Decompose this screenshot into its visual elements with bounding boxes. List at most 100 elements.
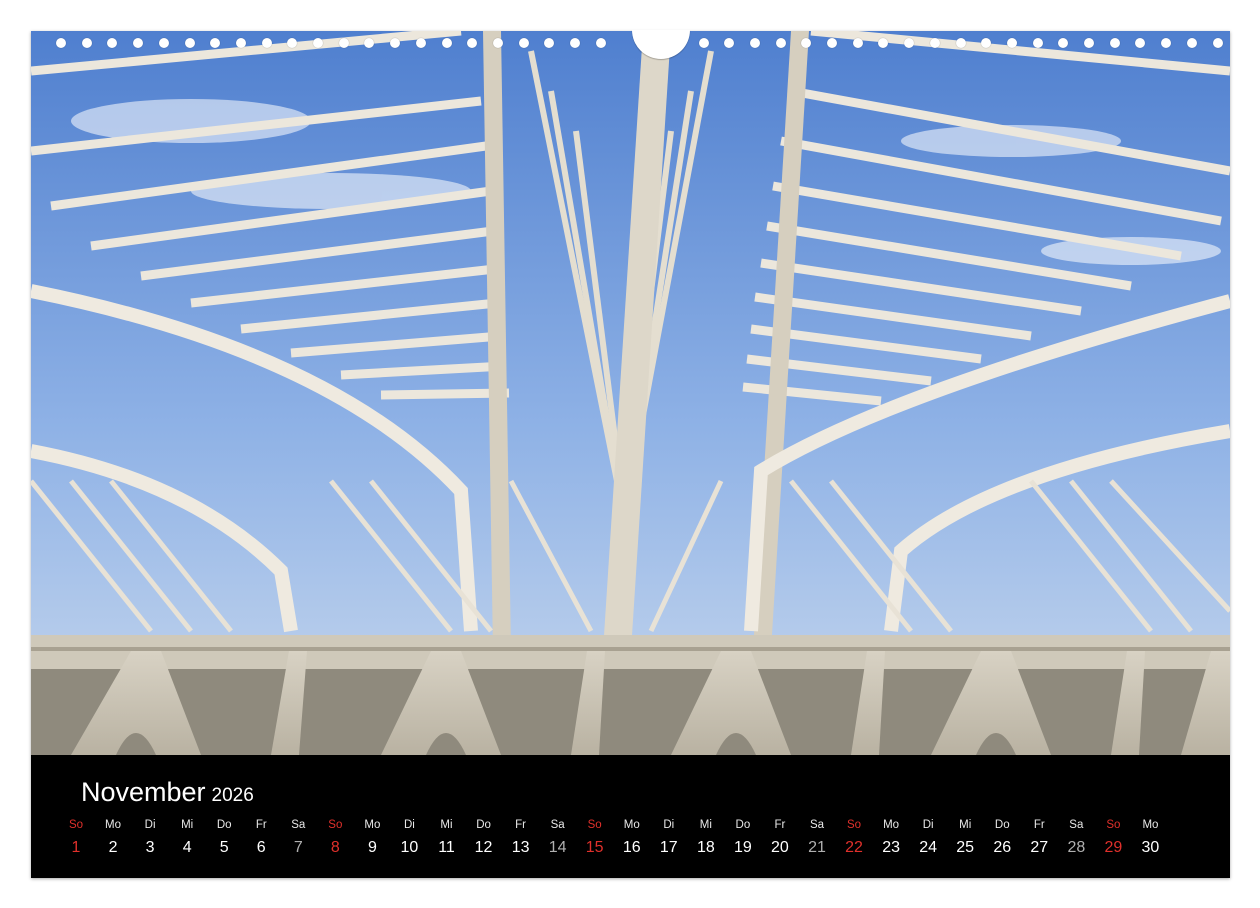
binding-hole	[1006, 38, 1017, 48]
day-number: 1	[71, 839, 81, 856]
weekday-label: Mi	[440, 819, 453, 831]
binding-hole	[1212, 38, 1223, 48]
day-grid: So 1 Mo 2 Di 3 Mi 4 Do 5 Fr 6 Sa 7 So 8 Mo 9 Di 10 Mi 11 Do 12 F…	[31, 755, 1230, 878]
day-number: 24	[919, 839, 938, 856]
binding-hole	[1084, 38, 1094, 48]
day-number: 4	[182, 839, 192, 856]
weekday-label: Fr	[515, 819, 527, 831]
weekday-label: Sa	[550, 819, 565, 831]
day-number: 26	[993, 839, 1012, 856]
day-number: 16	[622, 839, 641, 856]
weekday-label: Mo	[364, 819, 381, 831]
day-number: 17	[659, 839, 678, 856]
day-number: 6	[256, 839, 266, 856]
binding-hole	[981, 38, 992, 48]
day-number: 7	[293, 839, 303, 856]
day-number: 8	[330, 839, 340, 856]
weekday-label: Do	[216, 819, 232, 831]
weekday-label: Do	[476, 819, 491, 831]
weekday-label: Mo	[105, 819, 122, 831]
architecture-photo	[31, 31, 1230, 755]
binding-hole	[595, 38, 606, 48]
binding-hole	[775, 38, 786, 48]
calendar-strip: November 2026 So 1 Mo 2 Di 3 Mi 4 Do 5 Fr 6 Sa 7 So 8 Mo 9…	[31, 755, 1230, 878]
binding-hole	[801, 38, 812, 48]
binding-hole	[81, 38, 92, 48]
weekday-label: Mi	[959, 819, 972, 831]
day-number: 21	[808, 839, 826, 856]
day-number: 12	[474, 839, 493, 856]
day-number: 10	[400, 839, 419, 856]
binding-hole	[158, 38, 169, 48]
binding-hole	[852, 38, 863, 48]
weekday-label: Fr	[1033, 819, 1045, 831]
weekday-label: Do	[994, 819, 1010, 831]
weekday-label: So	[1106, 819, 1121, 831]
day-number: 15	[585, 839, 604, 856]
day-number: 28	[1067, 839, 1086, 856]
weekday-label: Mo	[1142, 819, 1159, 831]
day-number: 22	[845, 839, 863, 856]
binding-hole	[338, 38, 349, 48]
day-number: 11	[438, 839, 455, 856]
binding-hole	[570, 38, 580, 48]
day-number: 9	[367, 839, 377, 856]
weekday-label: Fr	[774, 819, 786, 831]
binding-hole	[133, 38, 144, 48]
binding-hole	[441, 38, 452, 48]
weekday-label: Sa	[809, 819, 825, 831]
day-number: 27	[1030, 839, 1049, 856]
binding-hole	[929, 38, 940, 48]
weekday-label: Fr	[255, 819, 267, 831]
day-number: 29	[1104, 839, 1123, 856]
binding-hole	[1135, 38, 1146, 48]
binding-hole	[492, 38, 503, 48]
weekday-label: Mo	[883, 819, 900, 831]
binding-hole	[878, 38, 889, 48]
weekday-label: So	[68, 819, 84, 831]
day-number: 14	[548, 839, 567, 856]
binding-hole	[107, 38, 118, 48]
binding-hole	[955, 38, 966, 48]
binding-hole	[415, 38, 426, 48]
binding-hole	[518, 38, 529, 48]
binding-hole	[364, 38, 375, 48]
weekday-label: So	[847, 819, 862, 831]
binding-hole	[1161, 38, 1172, 48]
binding-hole	[1058, 38, 1069, 48]
day-number: 25	[956, 839, 975, 856]
weekday-label: Sa	[291, 819, 306, 831]
binding-hole	[1109, 38, 1120, 48]
day-number: 13	[511, 839, 530, 856]
binding-hole	[313, 38, 323, 48]
calendar-page: November 2026 So 1 Mo 2 Di 3 Mi 4 Do 5 Fr 6 Sa 7 So 8 Mo 9…	[31, 31, 1230, 878]
binding-hole	[184, 38, 195, 48]
binding-hole	[467, 38, 478, 48]
binding-hole	[56, 38, 66, 48]
binding-hole	[904, 38, 915, 48]
weekday-label: So	[587, 819, 602, 831]
weekday-label: Di	[404, 819, 415, 831]
spiral-binding	[31, 30, 1230, 59]
weekday-label: So	[328, 819, 343, 831]
binding-hole	[698, 38, 709, 48]
binding-hole	[1032, 38, 1043, 48]
binding-hole	[1186, 38, 1197, 48]
binding-hole	[261, 38, 272, 48]
weekday-label: Di	[922, 819, 934, 831]
day-number: 30	[1141, 839, 1160, 856]
day-number: 3	[145, 839, 155, 856]
day-number: 23	[882, 839, 900, 856]
binding-hole	[749, 38, 760, 48]
binding-hole	[235, 38, 246, 48]
day-number: 20	[771, 839, 789, 856]
binding-hole	[724, 38, 735, 48]
day-number: 2	[108, 839, 118, 856]
day-number: 19	[733, 839, 752, 856]
binding-hole	[390, 38, 401, 48]
weekday-label: Mo	[623, 819, 640, 831]
binding-hole	[210, 38, 221, 48]
binding-hole	[287, 38, 298, 48]
weekday-label: Di	[663, 819, 675, 831]
weekday-label: Do	[735, 819, 751, 831]
